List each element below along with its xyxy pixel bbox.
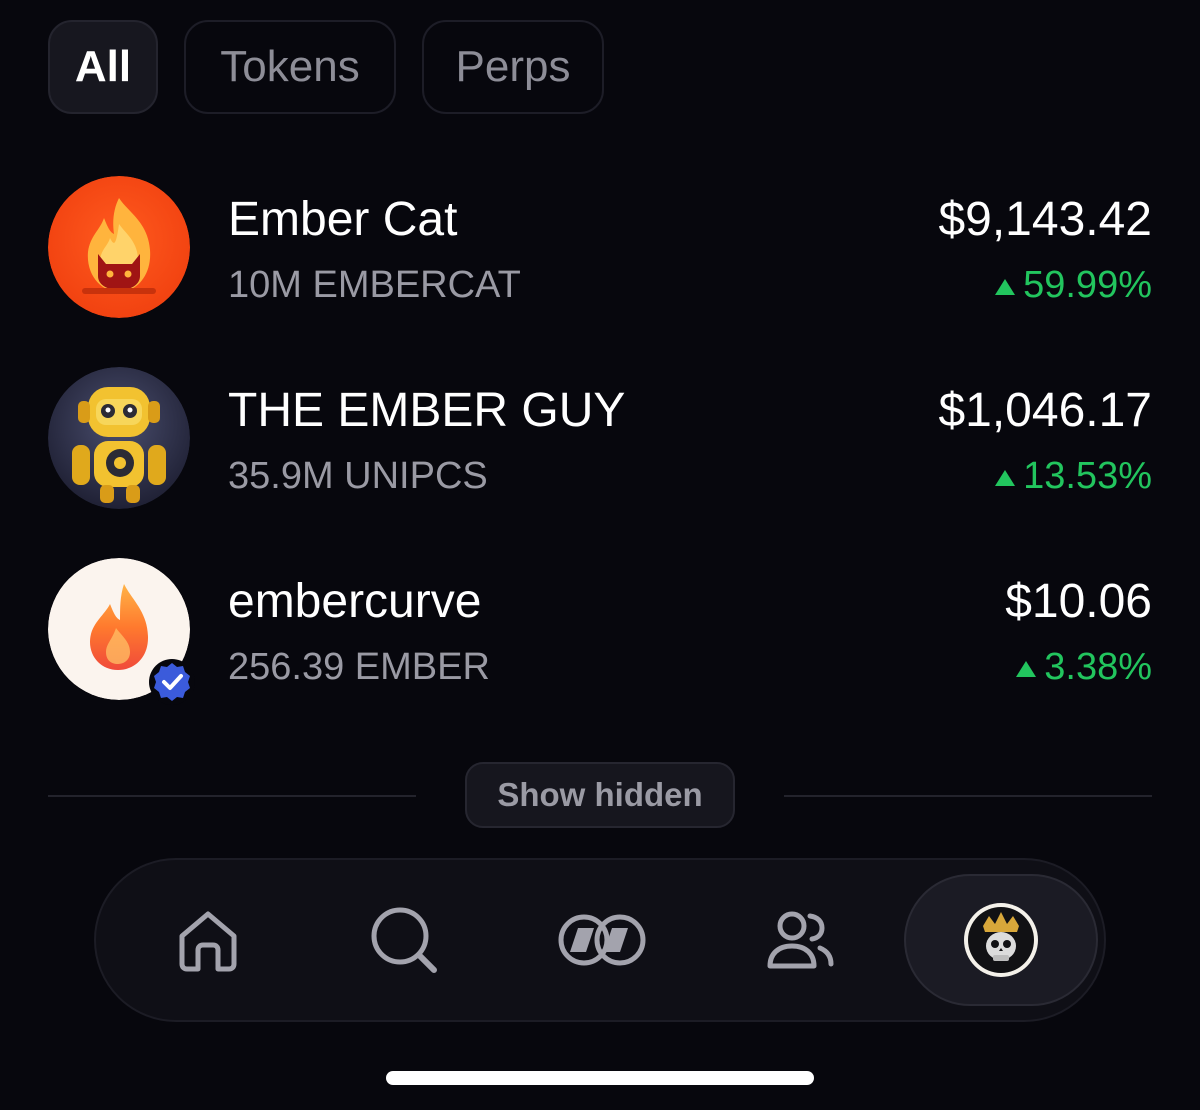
ember-cat-flame-icon (48, 176, 190, 318)
bottom-nav (94, 858, 1106, 1022)
nav-friends-button[interactable] (750, 890, 850, 990)
tab-perps[interactable]: Perps (422, 20, 604, 114)
tab-tokens[interactable]: Tokens (184, 20, 396, 114)
triangle-up-icon (995, 469, 1016, 486)
asset-change-percent: 59.99% (1023, 264, 1152, 306)
triangle-up-icon (995, 278, 1016, 295)
asset-change: 3.38% (1016, 646, 1152, 689)
asset-value: $10.06 (1005, 575, 1152, 628)
nav-home-button[interactable] (158, 890, 258, 990)
asset-change-percent: 3.38% (1044, 646, 1152, 688)
asset-change: 59.99% (995, 264, 1152, 307)
skull-crown-avatar-icon (964, 903, 1038, 977)
nav-search-button[interactable] (354, 890, 454, 990)
asset-row-the-ember-guy[interactable]: THE EMBER GUY 35.9M UNIPCS $1,046.17 13.… (48, 367, 1152, 511)
divider-right (784, 795, 1152, 797)
show-hidden-button[interactable]: Show hidden (465, 762, 735, 828)
friends-icon (767, 911, 834, 969)
asset-row-embercurve[interactable]: embercurve 256.39 EMBER $10.06 3.38% (48, 558, 1152, 705)
asset-name: embercurve (228, 575, 482, 628)
ember-cat-avatar (48, 176, 190, 318)
asset-change: 13.53% (995, 455, 1152, 498)
the-ember-guy-avatar (48, 367, 190, 509)
asset-holding: 10M EMBERCAT (228, 264, 521, 306)
trade-icon (558, 914, 646, 966)
asset-row-ember-cat[interactable]: Ember Cat 10M EMBERCAT $9,143.42 59.99% (48, 176, 1152, 320)
embercurve-avatar (48, 558, 195, 705)
asset-name: Ember Cat (228, 193, 458, 246)
asset-holding: 35.9M UNIPCS (228, 455, 488, 497)
home-icon (179, 911, 237, 972)
home-indicator (386, 1071, 814, 1085)
nav-trade-button[interactable] (552, 890, 652, 990)
asset-holding: 256.39 EMBER (228, 646, 490, 688)
triangle-up-icon (1016, 660, 1037, 677)
divider-left (48, 795, 416, 797)
nav-profile-button[interactable] (904, 874, 1098, 1006)
filter-tabs: All Tokens Perps (48, 20, 604, 114)
yellow-robot-icon (48, 367, 190, 509)
verified-badge-icon (149, 659, 195, 705)
search-icon (371, 907, 437, 973)
tab-all[interactable]: All (48, 20, 158, 114)
asset-change-percent: 13.53% (1023, 455, 1152, 497)
asset-value: $9,143.42 (938, 193, 1152, 246)
asset-value: $1,046.17 (938, 384, 1152, 437)
asset-name: THE EMBER GUY (228, 384, 626, 437)
